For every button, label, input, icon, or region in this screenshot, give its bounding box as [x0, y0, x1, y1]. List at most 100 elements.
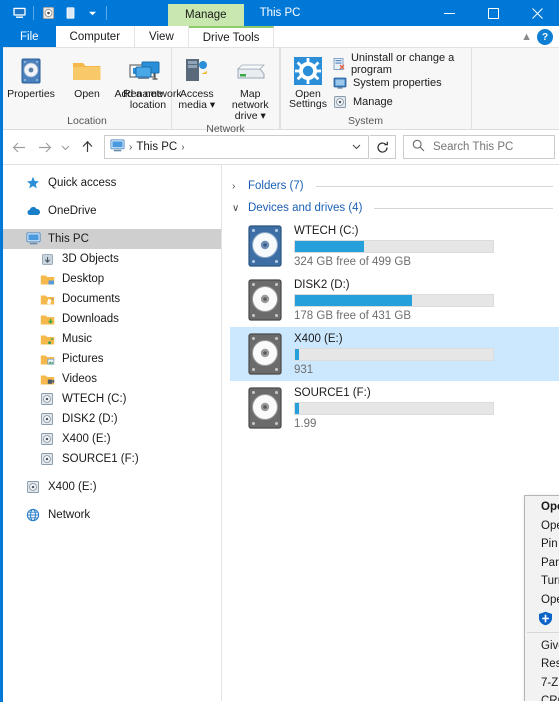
menu-item-label: CRC SHA	[541, 695, 559, 701]
drive-item[interactable]: WTECH (C:) 324 GB free of 499 GB	[230, 219, 559, 273]
menu-item-open-autoplay[interactable]: Open AutoPlay...	[525, 591, 559, 610]
ribbon: Properties Open Rename Location Access m…	[3, 48, 559, 135]
tab-view[interactable]: View	[135, 26, 189, 47]
sidebar-item-x400-e-root[interactable]: X400 (E:)	[3, 477, 221, 497]
sidebar-item-network[interactable]: Network	[3, 505, 221, 525]
sidebar-item-wtech-c[interactable]: WTECH (C:)	[3, 389, 221, 409]
breadcrumb-bar[interactable]: › This PC ›	[104, 135, 369, 159]
defender-shield-icon	[537, 610, 554, 627]
chevron-down-icon[interactable]: ∨	[232, 203, 242, 214]
system-properties-label: System properties	[352, 76, 442, 89]
system-properties-item[interactable]: System properties	[328, 73, 471, 92]
network-icon	[25, 507, 41, 523]
menu-item-open-in-new-window[interactable]: Open in new window	[525, 517, 559, 536]
manage-context-label: Manage	[168, 4, 244, 26]
sidebar-label-3d-objects: 3D Objects	[62, 253, 119, 265]
drive-info: X400 (E:) 931	[294, 332, 494, 376]
properties-icon[interactable]	[59, 2, 81, 24]
menu-item-restore-previous-versions[interactable]: Restore previous versions	[525, 655, 559, 674]
sidebar-item-onedrive[interactable]: OneDrive	[3, 201, 221, 221]
menu-item-scan-with-microsoft-defender[interactable]: Scan with Microsoft Defender...	[525, 609, 559, 628]
close-button[interactable]	[515, 0, 559, 26]
sidebar-item-music[interactable]: Music	[3, 329, 221, 349]
chevron-right-icon[interactable]: ›	[232, 181, 242, 192]
drive-usage-fill	[295, 349, 299, 360]
manage-item[interactable]: Manage	[328, 92, 471, 111]
ribbon-right-controls: ▲ ?	[521, 26, 557, 48]
properties-button[interactable]: Properties	[3, 52, 59, 100]
open-button[interactable]: Open	[59, 52, 115, 100]
window-controls	[427, 0, 559, 26]
recent-locations-button[interactable]	[57, 135, 74, 159]
drive-icon[interactable]	[37, 2, 59, 24]
drive-icon	[246, 332, 284, 376]
help-button[interactable]: ?	[537, 29, 553, 45]
breadcrumb-separator-0: ›	[129, 141, 133, 153]
menu-item-parcourir-avec-acdsee[interactable]: Parcourir avec ACDSee	[525, 554, 559, 573]
menu-item-7-zip[interactable]: 7-Zip›	[525, 674, 559, 693]
menu-item-give-access-to[interactable]: Give access to›	[525, 637, 559, 656]
add-network-location-button[interactable]: Add a network location	[113, 52, 183, 111]
tab-drive-tools[interactable]: Drive Tools	[188, 26, 275, 47]
open-settings-button[interactable]: Open Settings	[288, 52, 328, 109]
documents-folder-icon	[39, 291, 55, 307]
map-network-drive-button[interactable]: Map network drive ▾	[222, 52, 279, 122]
search-input[interactable]: Search This PC	[433, 141, 513, 153]
sidebar-item-this-pc[interactable]: This PC	[3, 229, 221, 249]
menu-item-label: 7-Zip	[541, 676, 559, 689]
sidebar-item-videos[interactable]: Videos	[3, 369, 221, 389]
refresh-button[interactable]	[370, 135, 396, 159]
sidebar-label-disk2-d: DISK2 (D:)	[62, 413, 118, 425]
sidebar-item-downloads[interactable]: Downloads	[3, 309, 221, 329]
chevron-down-icon[interactable]	[346, 142, 366, 152]
search-box[interactable]: Search This PC	[403, 135, 555, 159]
menu-item-open[interactable]: Open	[525, 498, 559, 517]
manage-drive-icon	[332, 94, 348, 110]
tab-file[interactable]: File	[3, 26, 56, 47]
forward-button[interactable]	[32, 135, 56, 159]
maximize-button[interactable]	[471, 0, 515, 26]
group-header-folders[interactable]: › Folders (7)	[230, 175, 559, 197]
this-pc-icon	[110, 138, 125, 156]
drive-item[interactable]: DISK2 (D:) 178 GB free of 431 GB	[230, 273, 559, 327]
back-button[interactable]	[7, 135, 31, 159]
sidebar-item-x400-e[interactable]: X400 (E:)	[3, 429, 221, 449]
search-icon	[412, 139, 425, 155]
sidebar-item-pictures[interactable]: Pictures	[3, 349, 221, 369]
sidebar-item-disk2-d[interactable]: DISK2 (D:)	[3, 409, 221, 429]
music-folder-icon	[39, 331, 55, 347]
pictures-folder-icon	[39, 351, 55, 367]
sidebar-item-3d-objects[interactable]: 3D Objects	[3, 249, 221, 269]
sidebar-label-x400-e-root: X400 (E:)	[48, 481, 97, 493]
desktop-folder-icon	[39, 271, 55, 287]
drive-name: X400 (E:)	[294, 333, 343, 345]
menu-item-crc-sha[interactable]: CRC SHA›	[525, 692, 559, 701]
menu-item-label: Open in new window	[541, 519, 559, 532]
minimize-button[interactable]	[427, 0, 471, 26]
drive-name: WTECH (C:)	[294, 225, 359, 237]
menu-item-turn-on-bitlocker[interactable]: Turn on BitLocker	[525, 572, 559, 591]
sidebar-item-documents[interactable]: Documents	[3, 289, 221, 309]
breadcrumb-separator-1[interactable]: ›	[181, 142, 184, 153]
drive-item[interactable]: SOURCE1 (F:) 1.99	[230, 381, 559, 435]
window-title: This PC	[259, 7, 301, 19]
toolbar-divider-2	[106, 6, 107, 20]
chevron-up-icon[interactable]: ▲	[521, 31, 532, 43]
sidebar-item-source1-f[interactable]: SOURCE1 (F:)	[3, 449, 221, 469]
sidebar-label-wtech-c: WTECH (C:)	[62, 393, 127, 405]
access-media-icon	[182, 54, 212, 88]
customize-dropdown-icon[interactable]	[81, 2, 103, 24]
add-network-location-icon	[132, 54, 164, 88]
sidebar-item-quick-access[interactable]: Quick access	[3, 173, 221, 193]
drive-item[interactable]: X400 (E:) 931	[230, 327, 559, 381]
up-button[interactable]	[75, 135, 99, 159]
group-header-devices[interactable]: ∨ Devices and drives (4)	[230, 197, 559, 219]
map-network-drive-icon	[234, 54, 266, 88]
breadcrumb-this-pc[interactable]: This PC	[136, 141, 177, 153]
tab-computer[interactable]: Computer	[55, 26, 136, 47]
drive-usage-fill	[295, 295, 412, 306]
uninstall-program-item[interactable]: Uninstall or change a program	[328, 52, 471, 76]
sidebar-item-desktop[interactable]: Desktop	[3, 269, 221, 289]
this-pc-icon[interactable]	[8, 2, 30, 24]
menu-item-pin-to-quick-access[interactable]: Pin to Quick access	[525, 535, 559, 554]
